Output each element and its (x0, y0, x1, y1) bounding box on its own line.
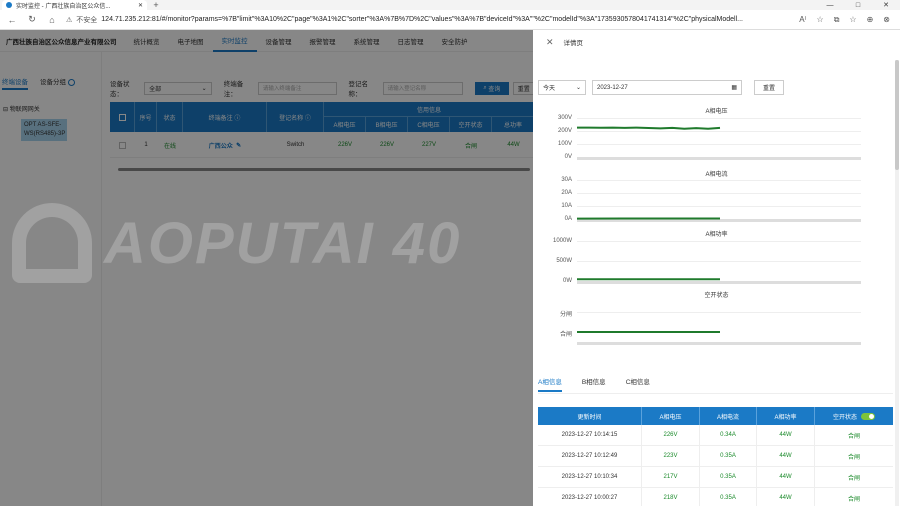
watermark: AOPUTAI 40 (12, 198, 532, 288)
cell-time: 2023-12-27 10:12:49 (538, 446, 642, 466)
cell-switch: 合闸 (847, 496, 860, 503)
back-icon[interactable]: ← (6, 15, 18, 25)
cell-power: 44W (757, 467, 815, 487)
tab-close-icon[interactable]: ✕ (138, 2, 143, 9)
col-switch: 空开状态 (815, 407, 893, 425)
period-value: 今天 (543, 86, 556, 92)
cell-switch: 合闸 (847, 433, 860, 440)
cell-switch: 合闸 (847, 454, 860, 461)
cell-power: 44W (757, 446, 815, 466)
watermark-text: AOPUTAI 40 (104, 210, 462, 276)
table-row: 2023-12-27 10:14:15 226V 0.34A 44W 合闸 (538, 425, 893, 446)
period-select[interactable]: 今天 ⌄ (538, 80, 586, 95)
tab-title: 实时监控 - 广西壮族自治区公众信... (16, 3, 111, 10)
detail-table: 更新时间 A相电压 A相电流 A相功率 空开状态 2023-12-27 10:1… (538, 407, 893, 506)
cell-power: 44W (757, 488, 815, 506)
chart-lines (576, 126, 721, 333)
date-value: 2023-12-27 (597, 84, 628, 91)
warning-icon: ⚠ (66, 16, 73, 24)
chevron-down-icon: ⌄ (575, 85, 581, 91)
col-power: A相功率 (757, 407, 815, 425)
insecure-label: 不安全 (76, 16, 98, 24)
calendar-icon: ▦ (731, 85, 737, 91)
cell-time: 2023-12-27 10:14:15 (538, 425, 642, 445)
cell-power: 44W (757, 425, 815, 445)
cell-current: 0.35A (700, 467, 757, 487)
tab-bar: 实时监控 - 广西壮族自治区公众信... ✕ + (0, 0, 900, 10)
watermark-logo (12, 203, 92, 283)
cell-time: 2023-12-27 10:00:27 (538, 488, 642, 506)
cell-switch: 合闸 (847, 475, 860, 482)
drawer-filters: 今天 ⌄ 2023-12-27 ▦ 重置 (538, 80, 784, 95)
col-voltage: A相电压 (642, 407, 700, 425)
table-row: 2023-12-27 10:10:34 217V 0.35A 44W 合闸 (538, 467, 893, 488)
table-row: 2023-12-27 10:00:27 218V 0.35A 44W 合闸 (538, 488, 893, 506)
browser-chrome: 实时监控 - 广西壮族自治区公众信... ✕ + — □ ✕ ← ↻ ⌂ ⚠ 不… (0, 0, 900, 30)
drawer-header: ✕ 详情页 (533, 30, 900, 54)
split-screen-icon[interactable]: ⧉ (834, 15, 840, 25)
favicon-icon (6, 2, 12, 8)
col-switch-label: 空开状态 (832, 414, 857, 421)
charts-area: A相电压 300V 200V 100V 0V A相电流 30A 20A 10A … (533, 102, 900, 362)
read-aloud-icon[interactable]: A⁾ (799, 15, 806, 25)
drawer-title: 详情页 (563, 40, 584, 47)
browser-tools: A⁾ ☆ ⧉ ☆ ⊕ ⊗ (799, 15, 894, 25)
cell-time: 2023-12-27 10:10:34 (538, 467, 642, 487)
home-icon[interactable]: ⌂ (46, 15, 58, 25)
cell-voltage: 223V (642, 446, 700, 466)
drawer-reset-button[interactable]: 重置 (754, 80, 784, 95)
detail-header: 更新时间 A相电压 A相电流 A相功率 空开状态 (538, 407, 893, 425)
date-picker[interactable]: 2023-12-27 ▦ (592, 80, 742, 95)
url-text: 124.71.235.212:81/#/monitor?params=%7B"l… (101, 16, 743, 23)
tab-phase-b[interactable]: B相信息 (582, 376, 606, 392)
tab-phase-c[interactable]: C相信息 (626, 376, 650, 392)
maximize-button[interactable]: □ (844, 0, 872, 10)
extensions-icon[interactable]: ⊗ (883, 15, 890, 25)
favorites-icon[interactable]: ☆ (849, 15, 856, 25)
minimize-button[interactable]: — (816, 0, 844, 10)
phase-tabs: A相信息 B相信息 C相信息 (538, 376, 650, 392)
new-tab-button[interactable]: + (151, 0, 161, 10)
cell-current: 0.35A (700, 488, 757, 506)
browser-tab[interactable]: 实时监控 - 广西壮族自治区公众信... ✕ (2, 0, 147, 10)
cell-voltage: 226V (642, 425, 700, 445)
col-time: 更新时间 (538, 407, 642, 425)
close-icon[interactable]: ✕ (546, 37, 554, 48)
tabs-divider (538, 393, 893, 394)
address-bar: ← ↻ ⌂ ⚠ 不安全 124.71.235.212:81/#/monitor?… (0, 10, 900, 30)
series-line (577, 126, 721, 130)
table-row: 2023-12-27 10:12:49 223V 0.35A 44W 合闸 (538, 446, 893, 467)
collections-icon[interactable]: ⊕ (867, 15, 874, 25)
drawer-scrollbar[interactable] (895, 60, 899, 506)
tab-phase-a[interactable]: A相信息 (538, 376, 562, 392)
col-current: A相电流 (700, 407, 757, 425)
cell-voltage: 218V (642, 488, 700, 506)
cell-current: 0.35A (700, 446, 757, 466)
window-controls: — □ ✕ (816, 0, 900, 10)
reload-icon[interactable]: ↻ (26, 14, 38, 25)
switch-toggle[interactable] (861, 412, 875, 420)
cell-current: 0.34A (700, 425, 757, 445)
detail-drawer: ✕ 详情页 今天 ⌄ 2023-12-27 ▦ 重置 A相电压 300V 200V … (533, 30, 900, 506)
cell-voltage: 217V (642, 467, 700, 487)
favorite-icon[interactable]: ☆ (817, 15, 824, 25)
close-window-button[interactable]: ✕ (872, 0, 900, 10)
url-field[interactable]: ⚠ 不安全 124.71.235.212:81/#/monitor?params… (66, 15, 791, 25)
